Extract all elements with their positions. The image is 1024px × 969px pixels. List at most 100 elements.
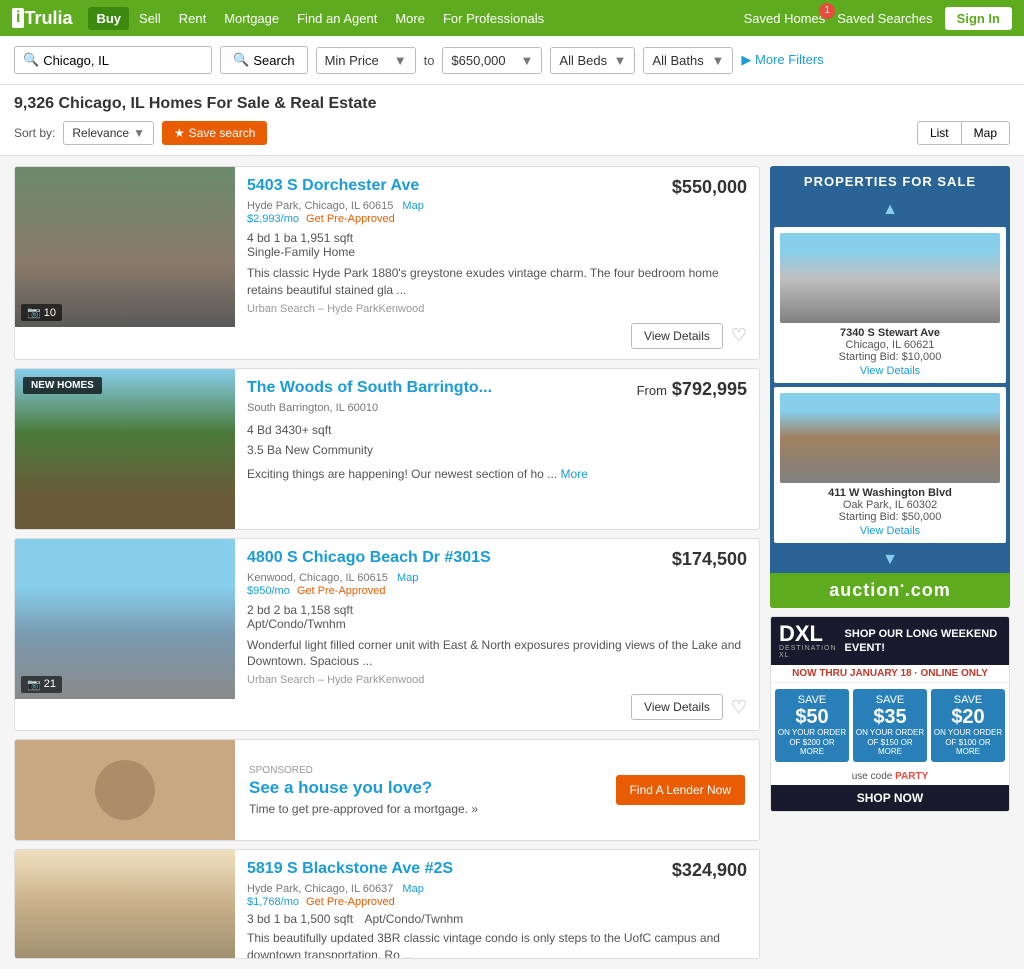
sort-row: Sort by: Relevance ▼ ★ Save search List … — [14, 121, 1010, 145]
listing-desc-3: Wonderful light filled corner unit with … — [247, 637, 747, 671]
listing-specs-5: 3 bd 1 ba 1,500 sqft Apt/Condo/Twnhm — [247, 912, 747, 926]
sidebar-prop-link-2[interactable]: View Details — [780, 525, 1000, 537]
preapproved-link-3[interactable]: Get Pre-Approved — [297, 585, 386, 597]
saved-homes-btn[interactable]: Saved Homes 1 — [744, 11, 826, 26]
dxl-promo: NOW THRU JANUARY 18 · ONLINE ONLY — [771, 665, 1009, 683]
image-count-badge[interactable]: 📷 10 — [21, 304, 62, 321]
beds-value: All Beds — [559, 53, 607, 68]
listing-specs-3: 2 bd 2 ba 1,158 sqft Apt/Condo/Twnhm — [247, 603, 747, 631]
max-price-filter[interactable]: $650,000 ▼ — [442, 47, 542, 74]
sponsored-title: See a house you love? — [249, 778, 478, 798]
sponsored-label: SPONSORED — [249, 765, 478, 776]
map-view-btn[interactable]: Map — [962, 121, 1010, 145]
arrow-up[interactable]: ▲ — [770, 197, 1010, 223]
search-bar: 🔍 🔍 Search Min Price ▼ to $650,000 ▼ All… — [0, 36, 1024, 85]
search-icon: 🔍 — [233, 52, 249, 68]
map-link[interactable]: Map — [402, 200, 423, 212]
favorite-btn-1[interactable]: ♡ — [731, 325, 747, 346]
dxl-shop-now-btn[interactable]: SHOP NOW — [771, 785, 1009, 811]
logo[interactable]: i trulia — [12, 8, 72, 29]
dropdown-arrow: ▼ — [394, 53, 407, 68]
save-search-label: Save search — [189, 126, 256, 140]
dropdown-arrow-2: ▼ — [521, 53, 534, 68]
dxl-sub-logo: DESTINATION XL — [779, 645, 837, 659]
view-details-btn-3[interactable]: View Details — [631, 694, 723, 720]
listing-image-5 — [15, 850, 235, 958]
dxl-ad: DXL DESTINATION XL SHOP OUR LONG WEEKEND… — [770, 616, 1010, 812]
list-view-btn[interactable]: List — [917, 121, 962, 145]
sort-label: Sort by: — [14, 126, 55, 140]
save-sublabel-2: ON YOUR ORDER OF $150 OR MORE — [855, 728, 925, 757]
saved-homes-label: Saved Homes — [744, 11, 826, 26]
nav-sell[interactable]: Sell — [131, 7, 169, 30]
save-amount-3: $20 — [933, 706, 1003, 728]
nav-rent[interactable]: Rent — [171, 7, 214, 30]
dxl-event-title: SHOP OUR LONG WEEKEND EVENT! — [845, 627, 1001, 656]
map-link-5[interactable]: Map — [402, 883, 423, 895]
more-filters-btn[interactable]: ▶ More Filters — [741, 52, 823, 68]
dxl-logo: DXL DESTINATION XL — [779, 623, 837, 659]
preapproved-link-5[interactable]: Get Pre-Approved — [306, 896, 395, 908]
listing-price-2: From $792,995 — [637, 379, 747, 400]
listing-address-link-3[interactable]: 4800 S Chicago Beach Dr #301S — [247, 549, 662, 567]
nav-find-agent[interactable]: Find an Agent — [289, 7, 385, 30]
sponsored-image — [15, 740, 235, 840]
dropdown-arrow-3: ▼ — [614, 53, 627, 68]
sidebar-prop-address-2: 411 W Washington Blvd — [780, 487, 1000, 499]
save-search-button[interactable]: ★ Save search — [162, 121, 267, 145]
nav-mortgage[interactable]: Mortgage — [216, 7, 287, 30]
map-link-3[interactable]: Map — [397, 572, 418, 584]
sort-left: Sort by: Relevance ▼ ★ Save search — [14, 121, 267, 145]
baths-filter[interactable]: All Baths ▼ — [643, 47, 733, 74]
beds-filter[interactable]: All Beds ▼ — [550, 47, 635, 74]
sort-select[interactable]: Relevance ▼ — [63, 121, 154, 145]
view-toggle: List Map — [917, 121, 1010, 145]
listing-card-3: 📷 21 4800 S Chicago Beach Dr #301S $174,… — [14, 538, 760, 732]
nav-right: Saved Homes 1 Saved Searches Sign In — [744, 7, 1012, 30]
sponsored-text: SPONSORED See a house you love? Time to … — [249, 765, 478, 816]
min-price-filter[interactable]: Min Price ▼ — [316, 47, 416, 74]
search-input[interactable] — [43, 53, 203, 68]
nav-for-professionals[interactable]: For Professionals — [435, 7, 552, 30]
sponsored-sub: Time to get pre-approved for a mortgage.… — [249, 802, 478, 816]
logo-text: trulia — [24, 8, 72, 29]
preapproved-link[interactable]: Get Pre-Approved — [306, 213, 395, 225]
find-lender-btn[interactable]: Find A Lender Now — [616, 775, 745, 805]
dxl-save-1: SAVE $50 ON YOUR ORDER OF $200 OR MORE — [775, 689, 849, 762]
saved-searches-link[interactable]: Saved Searches — [837, 11, 932, 26]
main-nav: i trulia Buy Sell Rent Mortgage Find an … — [0, 0, 1024, 36]
max-price-value: $650,000 — [451, 53, 505, 68]
nav-more[interactable]: More — [387, 7, 433, 30]
image-count: 10 — [44, 307, 56, 319]
search-button[interactable]: 🔍 Search — [220, 46, 307, 74]
auction-label: auction — [829, 580, 900, 600]
listing-card-new-homes: NEW HOMES The Woods of South Barringto..… — [14, 368, 760, 530]
view-details-btn-1[interactable]: View Details — [631, 323, 723, 349]
sidebar-prop-link-1[interactable]: View Details — [780, 365, 1000, 377]
save-sublabel-3: ON YOUR ORDER OF $100 OR MORE — [933, 728, 1003, 757]
results-header: 9,326 Chicago, IL Homes For Sale & Real … — [0, 85, 1024, 156]
search-location-icon: 🔍 — [23, 52, 39, 68]
nav-buy[interactable]: Buy — [88, 7, 129, 30]
listing-address-link-2[interactable]: The Woods of South Barringto... — [247, 379, 627, 397]
listing-price-3: $174,500 — [672, 549, 747, 570]
auction-bar[interactable]: auction•.com — [770, 573, 1010, 608]
image-count-badge-3[interactable]: 📷 21 — [21, 676, 62, 693]
listing-location: Hyde Park, Chicago, IL 60615 — [247, 200, 393, 212]
listing-monthly-5: $1,768/mo — [247, 896, 299, 908]
sign-in-button[interactable]: Sign In — [945, 7, 1012, 30]
listing-location-5: Hyde Park, Chicago, IL 60637 — [247, 883, 393, 895]
sidebar-prop-img-2 — [780, 393, 1000, 483]
sidebar-property-2: 411 W Washington Blvd Oak Park, IL 60302… — [774, 387, 1006, 543]
listing-price: $550,000 — [672, 177, 747, 198]
favorite-btn-3[interactable]: ♡ — [731, 697, 747, 718]
listing-address-link-5[interactable]: 5819 S Blackstone Ave #2S — [247, 860, 662, 878]
search-input-wrap: 🔍 — [14, 46, 212, 74]
arrow-down[interactable]: ▼ — [770, 547, 1010, 573]
search-label: Search — [253, 53, 294, 68]
dxl-code-value: PARTY — [895, 771, 928, 782]
auction-com: .com — [905, 580, 951, 600]
listing-address-link[interactable]: 5403 S Dorchester Ave — [247, 177, 662, 195]
more-link[interactable]: More — [561, 467, 588, 481]
star-icon: ★ — [174, 126, 185, 140]
